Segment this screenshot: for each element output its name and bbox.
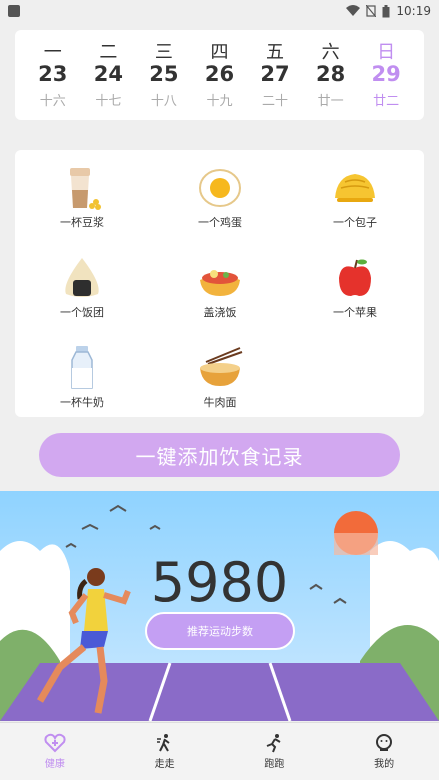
tab-label: 健康 [44, 759, 65, 770]
tab-run[interactable]: 跑跑 [220, 723, 330, 780]
calendar-day-thu[interactable]: 四 26 十九 [194, 38, 244, 112]
food-item-soy-milk[interactable]: 一杯豆浆 [32, 164, 132, 230]
fried-egg-icon [199, 169, 241, 207]
no-sim-icon [366, 5, 377, 17]
date-number: 28 [315, 62, 346, 86]
lunar-date: 十九 [206, 94, 233, 109]
calendar-day-wed[interactable]: 三 25 十八 [139, 38, 189, 112]
date-number: 26 [204, 62, 235, 86]
weekday-label: 五 [266, 42, 285, 63]
tab-health[interactable]: 健康 [0, 723, 110, 780]
food-label: 牛肉面 [203, 396, 237, 409]
week-calendar: 一 23 十六 二 24 十七 三 25 十八 四 26 十九 五 27 二十 … [15, 30, 424, 120]
step-count: 5980 [150, 551, 289, 614]
user-face-icon [376, 734, 393, 751]
lunar-date: 廿二 [373, 94, 400, 109]
apple-icon [339, 259, 371, 296]
date-number: 24 [93, 62, 123, 86]
weekday-label: 三 [154, 42, 173, 63]
steamed-bun-icon [335, 174, 375, 202]
walking-icon [156, 734, 170, 752]
lunar-date: 十八 [150, 94, 177, 109]
calendar-day-fri[interactable]: 五 27 二十 [250, 38, 300, 112]
date-number: 27 [260, 62, 290, 86]
food-label: 一个包子 [333, 216, 377, 229]
recommended-steps-button[interactable]: 推荐运动步数 [145, 612, 295, 650]
food-item-rice-bowl[interactable]: 盖浇饭 [170, 254, 270, 320]
heart-plus-icon [44, 733, 66, 753]
food-label: 一杯牛奶 [60, 396, 104, 409]
exercise-banner: 5980 推荐运动步数 [0, 491, 439, 721]
tab-mine[interactable]: 我的 [329, 723, 439, 780]
food-item-apple[interactable]: 一个苹果 [305, 254, 405, 320]
weekday-label: 四 [210, 42, 229, 63]
lunar-date: 廿一 [317, 94, 344, 109]
status-time: 10:19 [396, 4, 431, 18]
bottom-tab-bar: 健康 走走 跑跑 我的 [0, 722, 439, 780]
app-notification-icon [8, 5, 20, 17]
date-number: 29 [371, 62, 401, 86]
date-number: 23 [38, 62, 68, 86]
food-label: 一个饭团 [60, 306, 104, 319]
running-icon [267, 734, 281, 753]
weekday-label: 一 [43, 42, 62, 63]
wifi-icon [346, 5, 361, 16]
food-item-beef-noodle[interactable]: 牛肉面 [170, 344, 270, 410]
rice-ball-icon [65, 258, 99, 297]
rice-bowl-icon [200, 270, 240, 296]
tab-label: 跑跑 [264, 759, 285, 770]
food-grid: 一杯豆浆 一个鸡蛋 一个包子 一个饭团 盖浇饭 一个苹果 一杯牛奶 牛肉面 [15, 150, 424, 417]
weekday-label: 二 [99, 42, 118, 63]
lunar-date: 二十 [262, 94, 289, 109]
food-label: 盖浇饭 [203, 306, 237, 319]
calendar-day-mon[interactable]: 一 23 十六 [28, 38, 78, 112]
weekday-label: 六 [321, 42, 340, 63]
food-item-egg[interactable]: 一个鸡蛋 [170, 164, 270, 230]
soy-milk-cup-icon [70, 168, 101, 210]
tab-label: 我的 [374, 759, 395, 770]
status-bar: 10:19 [0, 0, 439, 22]
lunar-date: 十六 [39, 94, 66, 109]
battery-icon [382, 4, 390, 17]
calendar-day-sat[interactable]: 六 28 廿一 [306, 38, 356, 112]
tab-walk[interactable]: 走走 [110, 723, 220, 780]
food-item-bun[interactable]: 一个包子 [305, 164, 405, 230]
weekday-label: 日 [377, 42, 396, 63]
tab-label: 走走 [154, 759, 175, 770]
food-label: 一个苹果 [333, 306, 377, 319]
milk-bottle-icon [71, 346, 93, 389]
food-label: 一杯豆浆 [60, 216, 104, 229]
beef-noodle-icon [200, 347, 243, 386]
calendar-day-sun[interactable]: 日 29 廿二 [361, 38, 411, 112]
lunar-date: 十七 [95, 94, 122, 109]
calendar-day-tue[interactable]: 二 24 十七 [83, 38, 133, 112]
food-item-rice-ball[interactable]: 一个饭团 [32, 254, 132, 320]
add-diet-record-button[interactable]: 一键添加饮食记录 [39, 433, 400, 477]
food-label: 一个鸡蛋 [198, 216, 242, 229]
date-number: 25 [149, 62, 179, 86]
food-item-milk[interactable]: 一杯牛奶 [32, 344, 132, 410]
